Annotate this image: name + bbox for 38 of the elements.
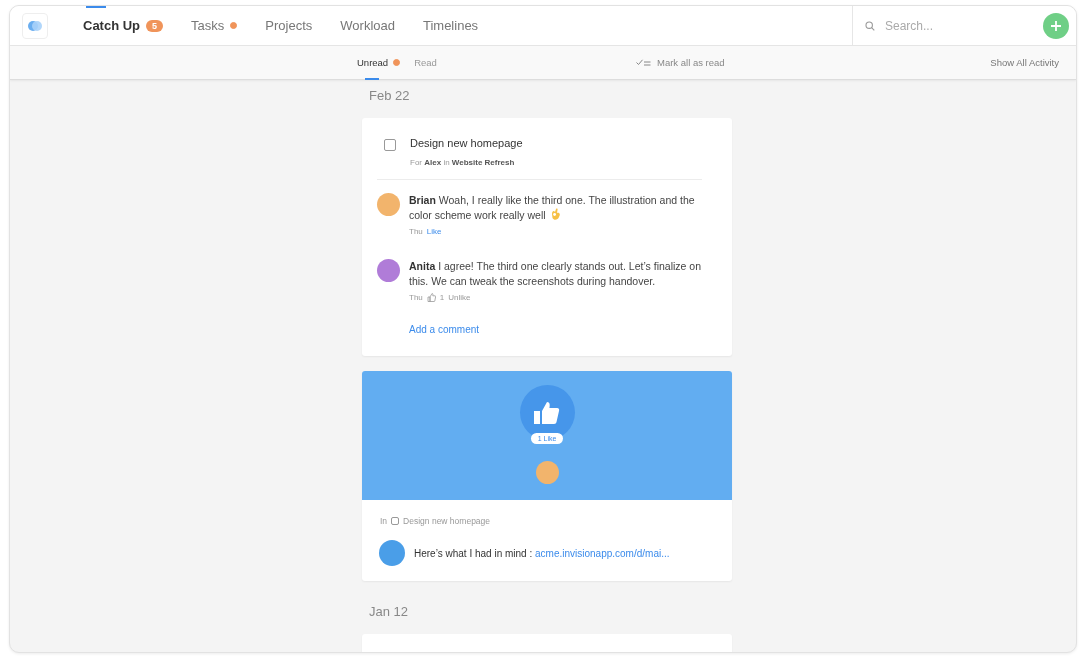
plus-icon	[1051, 20, 1061, 31]
app-logo[interactable]	[22, 12, 48, 39]
add-button[interactable]	[1043, 12, 1069, 39]
nav-tab[interactable]: Workload	[329, 6, 406, 45]
show-all-activity-link[interactable]: Show All Activity	[984, 56, 1065, 69]
like-link[interactable]: Like	[426, 227, 442, 236]
thumbs-up-icon	[426, 293, 436, 302]
avatar	[379, 540, 405, 566]
filter-tab[interactable]: Unread	[357, 46, 401, 79]
date-heading: Jan 12	[369, 604, 410, 619]
nav-tab[interactable]: Timelines	[411, 6, 490, 45]
add-comment-link[interactable]: Add a comment	[409, 324, 732, 335]
url-link[interactable]: acme.invisionapp.com/d/mai...	[535, 547, 670, 559]
comment-time: Thu	[409, 227, 423, 236]
date-heading: Feb 22	[369, 88, 411, 103]
comment-time: Thu	[409, 293, 423, 302]
check-list-icon	[636, 59, 651, 66]
task-title: Design new homepage	[410, 137, 523, 149]
nav-tab[interactable]: Catch Up 5	[72, 6, 175, 45]
filter-tab[interactable]: Read	[414, 46, 437, 79]
unlike-link[interactable]: Unlike	[448, 293, 471, 302]
in-label: In	[380, 516, 388, 526]
comment-text: Brian Woah, I really like the third one. The illustration and the color scheme work really well	[409, 193, 696, 223]
nav-tab[interactable]: Tasks	[180, 6, 249, 45]
avatar	[535, 461, 559, 484]
task-checkbox[interactable]	[384, 139, 396, 151]
count-badge: 5	[146, 19, 164, 32]
comment-text: Anita I agree! The third one clearly stands out. Let’s finalize on this. We can tweak the screenshots during handover.	[409, 259, 703, 289]
mark-all-read-button[interactable]: Mark all as read	[630, 56, 731, 69]
avatar	[377, 259, 400, 282]
like-count: 1	[439, 293, 445, 302]
search-icon	[865, 20, 875, 31]
checkbox-icon	[391, 517, 400, 525]
task-meta: For Alex in Website Refresh	[410, 158, 516, 167]
nav-tab[interactable]: Projects	[254, 6, 324, 45]
message-text: Here’s what I had in mind : acme.invisionapp.com/d/mai...	[414, 547, 670, 559]
avatar	[377, 193, 400, 216]
task-link[interactable]: Design new homepage	[403, 516, 491, 526]
